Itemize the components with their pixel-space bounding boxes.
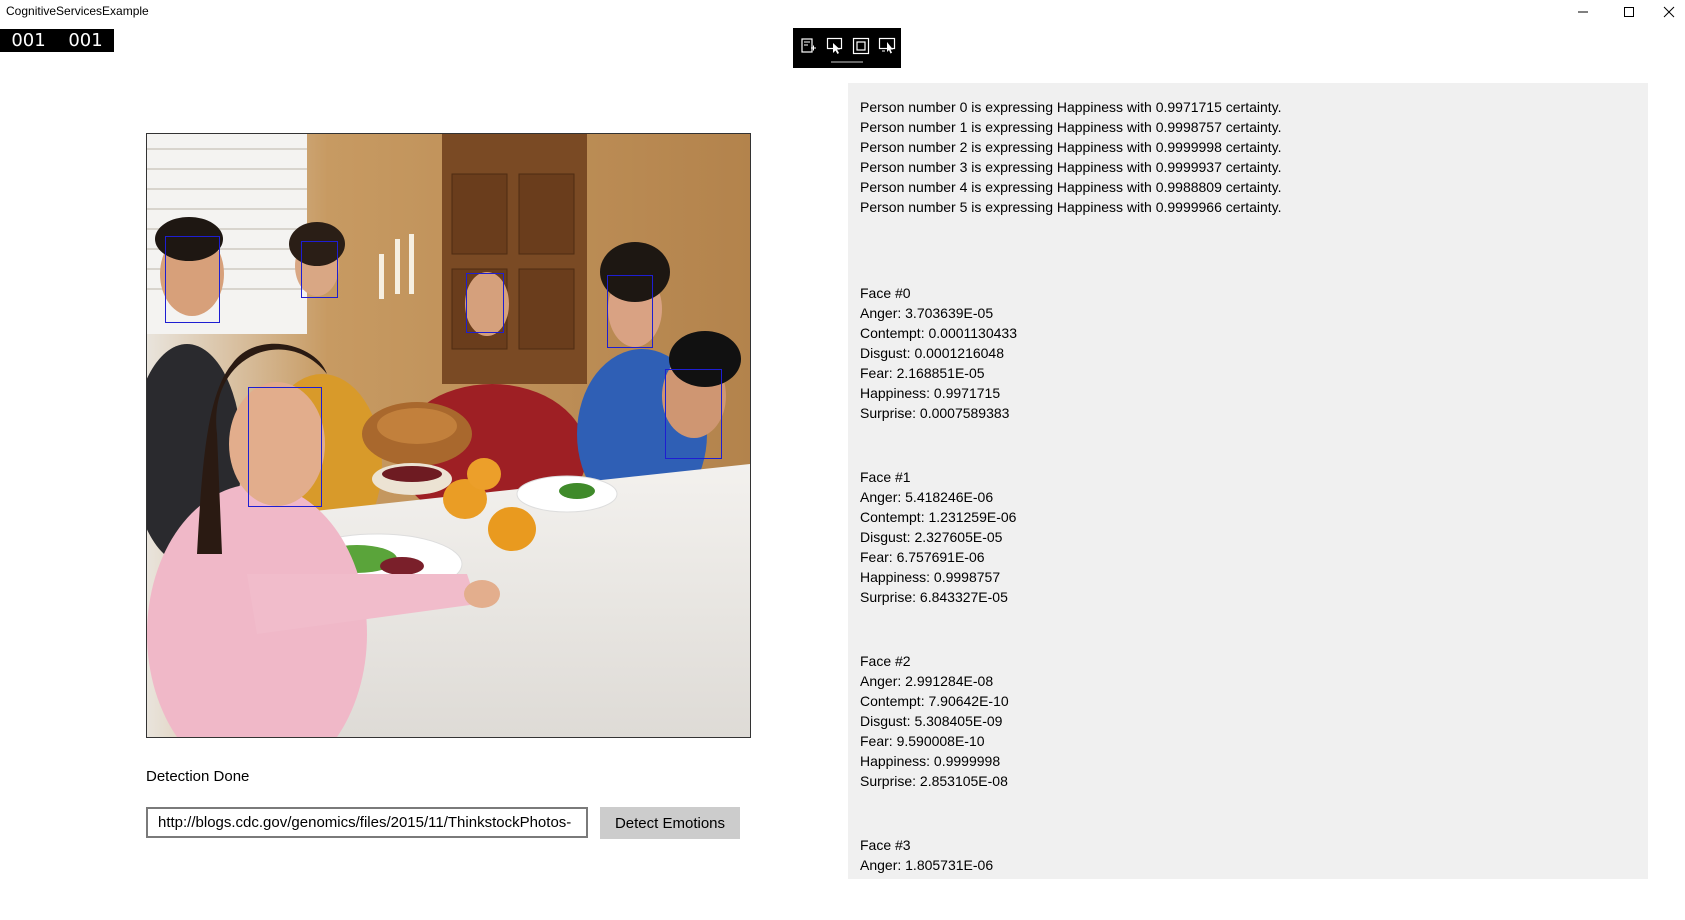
summary-line: Person number 4 is expressing Happiness … xyxy=(860,179,1282,195)
track-focused-element-icon xyxy=(878,37,896,54)
toolbar-drag-handle[interactable] xyxy=(831,61,863,63)
minimize-button[interactable] xyxy=(1560,0,1606,24)
face-score: Fear: 2.168851E-05 xyxy=(860,365,985,381)
maximize-button[interactable] xyxy=(1606,0,1652,24)
face-score: Anger: 1.805731E-06 xyxy=(860,857,994,873)
face-score: Disgust: 0.0001216048 xyxy=(860,345,1004,361)
face-block-1: Face #1 Anger: 5.418246E-06 Contempt: 1.… xyxy=(860,467,1638,607)
track-focused-element-button[interactable] xyxy=(877,36,897,56)
face-rectangle-2 xyxy=(466,273,504,333)
close-button[interactable] xyxy=(1652,0,1685,24)
select-element-icon xyxy=(826,37,843,54)
face-score: Disgust: 2.327605E-05 xyxy=(860,529,1003,545)
summary-line: Person number 0 is expressing Happiness … xyxy=(860,99,1282,115)
face-header: Face #2 xyxy=(860,653,911,669)
face-score: Anger: 5.418246E-06 xyxy=(860,489,994,505)
select-element-button[interactable] xyxy=(825,36,845,56)
summary-line: Person number 3 is expressing Happiness … xyxy=(860,159,1282,175)
window-title: CognitiveServicesExample xyxy=(6,4,149,18)
face-rectangle-4 xyxy=(665,369,722,459)
frame-rate-counter: 001 001 xyxy=(0,29,114,52)
display-layout-adorners-button[interactable] xyxy=(851,36,871,56)
face-score: Fear: 9.590008E-10 xyxy=(860,733,985,749)
face-rectangle-5 xyxy=(248,387,322,507)
image-url-input[interactable] xyxy=(146,807,588,838)
face-score: Contempt: 1.231259E-06 xyxy=(860,509,1017,525)
detect-emotions-button[interactable]: Detect Emotions xyxy=(600,807,740,839)
results-panel[interactable]: Person number 0 is expressing Happiness … xyxy=(848,83,1648,879)
live-visual-tree-icon xyxy=(801,38,816,53)
display-layout-adorners-icon xyxy=(852,37,870,55)
face-score: Fear: 6.757691E-06 xyxy=(860,549,985,565)
title-bar: CognitiveServicesExample xyxy=(0,0,1685,24)
face-rectangle-0 xyxy=(165,236,220,323)
face-header: Face #1 xyxy=(860,469,911,485)
face-score: Surprise: 6.843327E-05 xyxy=(860,589,1008,605)
face-score: Surprise: 2.853105E-08 xyxy=(860,773,1008,789)
face-header: Face #0 xyxy=(860,285,911,301)
face-rectangle-3 xyxy=(607,275,653,348)
face-header: Face #3 xyxy=(860,837,911,853)
face-block-2: Face #2 Anger: 2.991284E-08 Contempt: 7.… xyxy=(860,651,1638,791)
face-score: Happiness: 0.9971715 xyxy=(860,385,1001,401)
frame-counter-left: 001 xyxy=(11,30,46,51)
face-score: Anger: 2.991284E-08 xyxy=(860,673,994,689)
family-dinner-photo xyxy=(147,134,750,737)
summary-line: Person number 1 is expressing Happiness … xyxy=(860,119,1282,135)
summary-line: Person number 5 is expressing Happiness … xyxy=(860,199,1282,215)
face-score: Surprise: 0.0007589383 xyxy=(860,405,1010,421)
face-block-3: Face #3 Anger: 1.805731E-06 xyxy=(860,835,1638,875)
maximize-icon xyxy=(1624,7,1634,17)
live-visual-tree-button[interactable] xyxy=(799,36,819,56)
face-block-0: Face #0 Anger: 3.703639E-05 Contempt: 0.… xyxy=(860,283,1638,423)
analyzed-photo xyxy=(146,133,751,738)
face-rectangle-1 xyxy=(301,241,338,298)
face-score: Happiness: 0.9999998 xyxy=(860,753,1001,769)
status-label: Detection Done xyxy=(146,768,250,785)
minimize-icon xyxy=(1578,11,1588,13)
summary-line: Person number 2 is expressing Happiness … xyxy=(860,139,1282,155)
face-score: Anger: 3.703639E-05 xyxy=(860,305,994,321)
results-text: Person number 0 is expressing Happiness … xyxy=(860,97,1638,875)
face-score: Contempt: 7.90642E-10 xyxy=(860,693,1009,709)
frame-counter-right: 001 xyxy=(68,30,103,51)
debug-toolbar xyxy=(793,28,901,68)
face-score: Happiness: 0.9998757 xyxy=(860,569,1001,585)
summary-list: Person number 0 is expressing Happiness … xyxy=(860,97,1638,217)
face-score: Disgust: 5.308405E-09 xyxy=(860,713,1003,729)
face-score: Contempt: 0.0001130433 xyxy=(860,325,1017,341)
close-icon xyxy=(1663,6,1674,18)
